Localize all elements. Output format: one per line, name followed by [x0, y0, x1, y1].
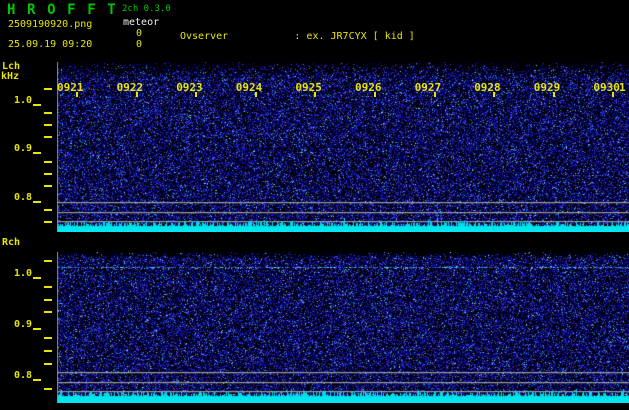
freq-tick-minor-mark: [44, 260, 52, 263]
datetime-label: 25.09.19 09:20: [8, 39, 93, 50]
time-tick-label: 0924: [235, 81, 263, 94]
freq-tick-minor-mark: [44, 112, 52, 115]
freq-tick-minor-mark: [44, 184, 52, 187]
hrofft-window: H R O F F T 2ch 0.3.0 2509190920.png met…: [0, 0, 629, 410]
freq-tick-major-mark: [33, 200, 41, 203]
frequency-unit-label: kHz: [1, 71, 20, 82]
time-tick-mark: [314, 92, 317, 97]
time-tick-mark: [374, 92, 376, 97]
spectrogram-rch: [57, 252, 629, 403]
time-tick-label: 0930: [593, 81, 620, 94]
freq-tick-minor-mark: [44, 209, 52, 212]
freq-tick-minor-mark: [44, 350, 52, 353]
time-tick-label: 0922: [116, 81, 144, 94]
freq-tick-label: 0.8: [13, 370, 32, 381]
freq-tick-minor-mark: [44, 311, 52, 314]
freq-tick-minor-mark: [44, 298, 52, 301]
app-version: 2ch 0.3.0: [122, 4, 171, 14]
time-tick-label: 0927: [414, 81, 442, 94]
freq-tick-minor-mark: [44, 136, 52, 139]
time-tick-label: 0928: [474, 81, 501, 94]
time-tick-label: 0923: [176, 81, 203, 94]
time-tick-mark: [254, 92, 257, 97]
freq-tick-minor-mark: [44, 221, 52, 224]
freq-tick-major-mark: [33, 328, 41, 330]
time-tick-mark: [552, 92, 555, 97]
rch-channel-label: Rch: [2, 237, 21, 248]
freq-tick-minor-mark: [44, 124, 52, 127]
freq-tick-minor-mark: [44, 172, 52, 175]
freq-tick-minor-mark: [44, 362, 52, 365]
observer-line: Ovserver : ex. JR7CYX [ kid ]: [180, 31, 415, 43]
freq-tick-label: 0.9: [13, 319, 32, 330]
time-tick-mark: [195, 92, 198, 97]
app-title: H R O F F T: [7, 2, 118, 18]
time-tick-label: 0929: [533, 81, 561, 94]
freq-tick-major-mark: [33, 152, 41, 154]
time-tick-label: 0921: [57, 81, 84, 94]
time-tick-mark: [433, 92, 436, 97]
freq-tick-minor-mark: [44, 87, 52, 90]
time-tick-label: 0926: [355, 81, 382, 94]
freq-tick-label: 0.9: [13, 143, 32, 154]
time-tick-mark: [76, 92, 78, 97]
freq-tick-minor-mark: [44, 160, 52, 163]
meteor-count: 0: [136, 39, 143, 50]
time-tick-mark: [493, 92, 496, 97]
spectrogram-rch-canvas: [57, 252, 629, 403]
meteor-count-long: 0: [136, 28, 143, 39]
time-tick-label: 0925: [295, 81, 322, 94]
time-tick-mark: [612, 92, 615, 97]
freq-tick-major-mark: [33, 379, 41, 381]
meteor-counter-label: meteor: [123, 17, 160, 28]
freq-tick-minor-mark: [44, 285, 52, 288]
time-tick-label-partial: 1: [619, 81, 626, 94]
freq-tick-major-mark: [33, 276, 41, 279]
time-tick-mark: [135, 92, 138, 97]
freq-tick-label: 1.0: [13, 267, 32, 279]
output-filename: 2509190920.png: [8, 19, 93, 30]
freq-tick-label: 0.8: [13, 191, 32, 203]
freq-tick-label: 1.0: [13, 94, 32, 106]
freq-tick-major-mark: [33, 103, 41, 106]
freq-tick-minor-mark: [44, 388, 52, 391]
freq-tick-minor-mark: [44, 337, 52, 340]
